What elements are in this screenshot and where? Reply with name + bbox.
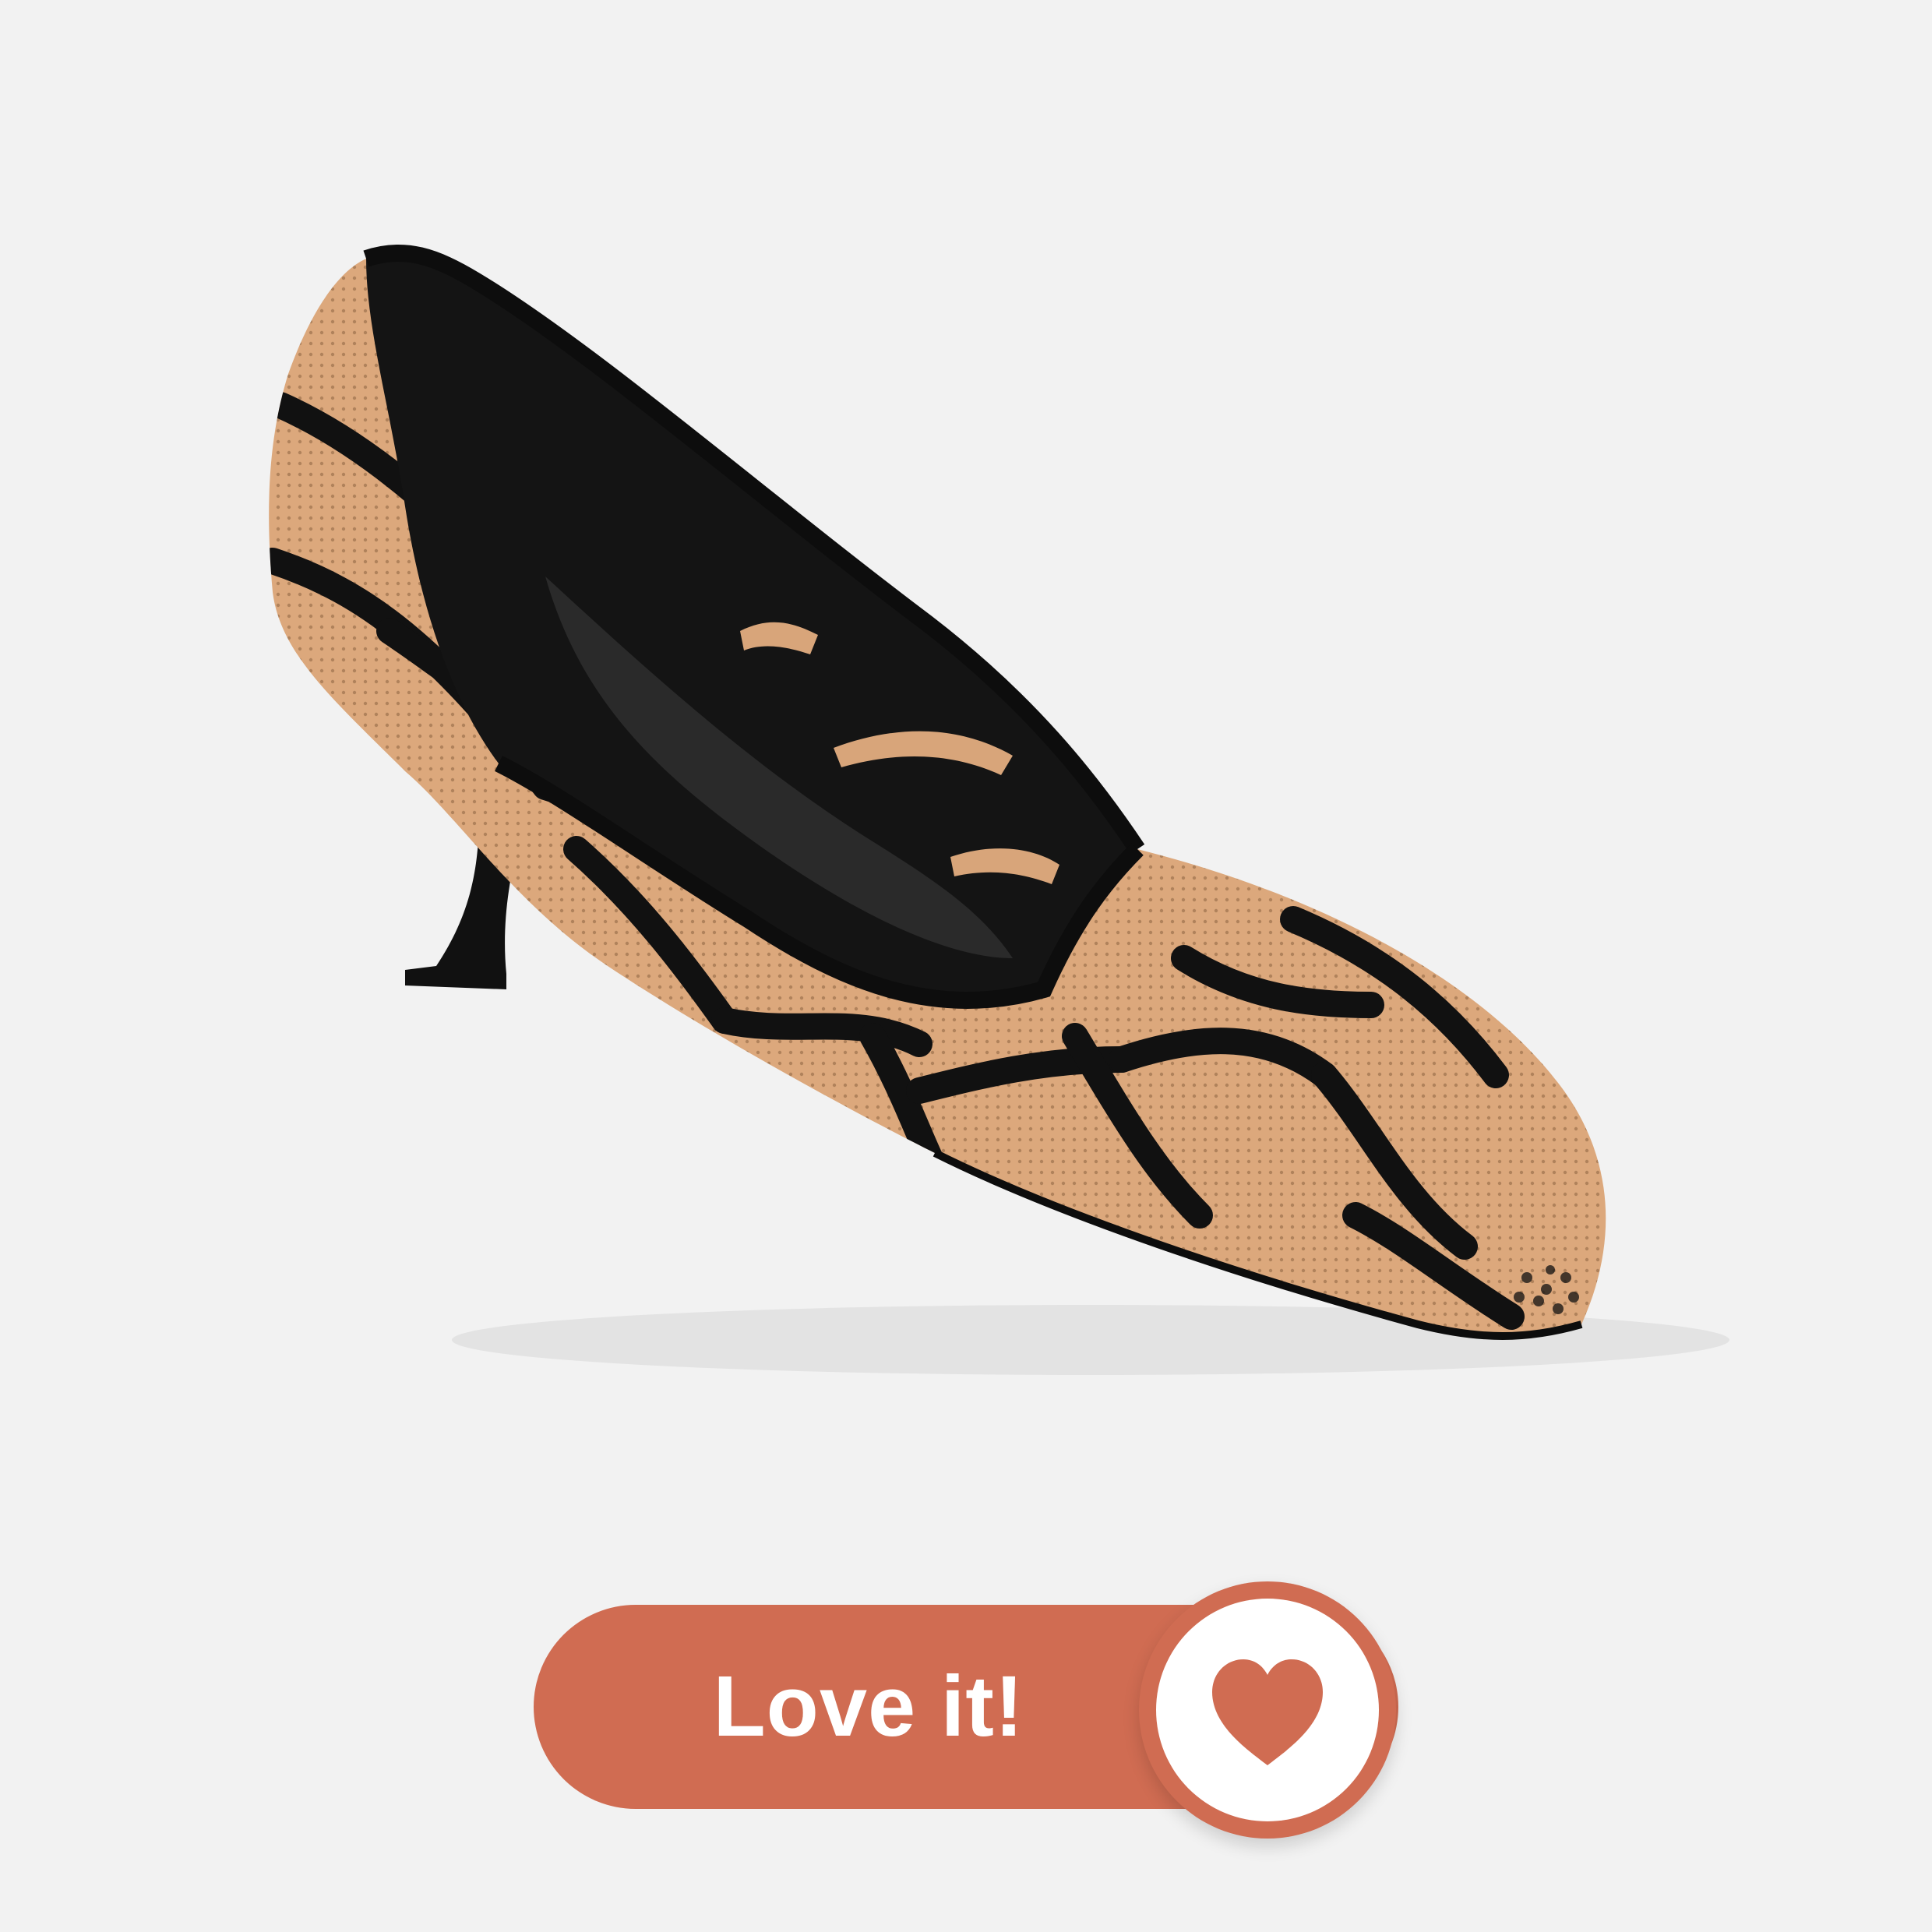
product-image <box>269 244 1729 1375</box>
love-it-label: Love it! <box>713 1659 1024 1754</box>
heart-badge <box>1156 1599 1379 1821</box>
heart-icon <box>1212 1659 1323 1765</box>
favorite-heart-button[interactable] <box>1139 1581 1396 1839</box>
